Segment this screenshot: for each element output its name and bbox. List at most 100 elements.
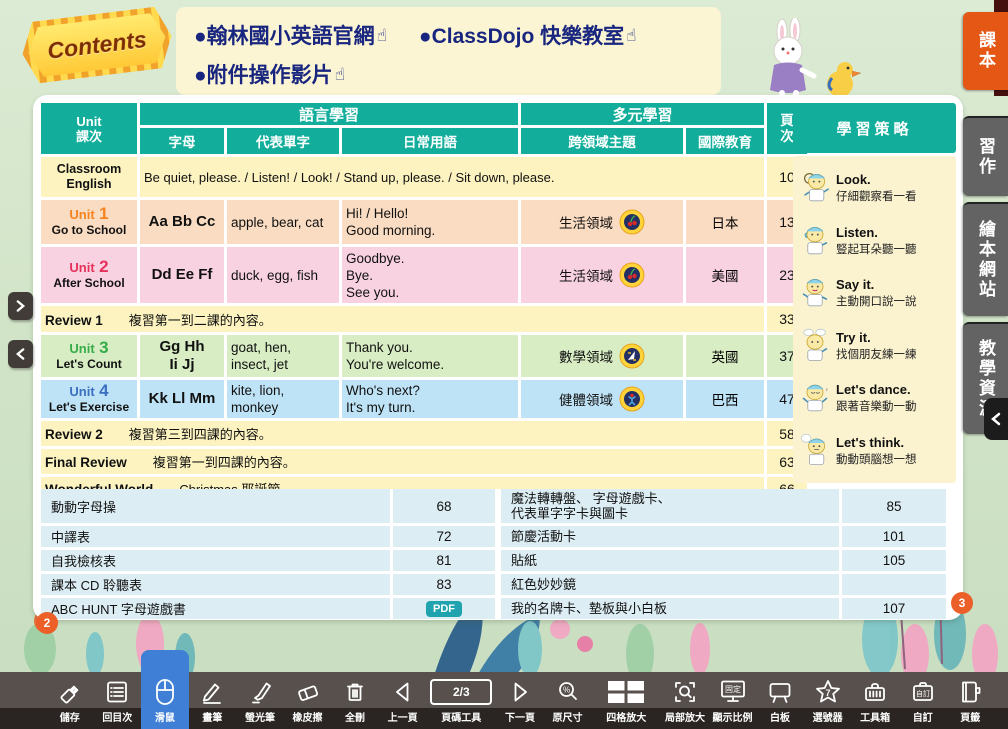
previous-page-button[interactable]: 上一頁	[379, 672, 427, 729]
eraser-tool-button[interactable]: 橡皮擦	[284, 672, 332, 729]
chevron-right-icon	[15, 299, 26, 313]
toolbox-icon	[862, 679, 888, 705]
number-picker-button[interactable]: 7 選號器	[804, 672, 852, 729]
next-page-button[interactable]: 下一頁	[496, 672, 544, 729]
svg-text:%: %	[562, 685, 569, 694]
links-line-2: ●附件操作影片☝	[194, 56, 703, 95]
pdf-badge[interactable]: PDF	[426, 601, 462, 617]
toc-row-review-2: Review 2複習第三到四課的內容。 58	[41, 421, 807, 446]
pointing-hand-icon: ☝	[626, 26, 636, 45]
contents-page-panel: Unit課次 語言學習 多元學習 頁次 字母 代表單字 日常用語 跨領域主題 國…	[33, 95, 963, 620]
toc-list-icon	[104, 679, 130, 705]
display-ratio-button[interactable]: 固定 顯示比例	[709, 672, 757, 729]
health-pe-badge-icon	[619, 386, 645, 412]
chevron-left-icon	[990, 412, 1002, 426]
col-header-international: 國際教育	[686, 128, 764, 154]
mouse-icon	[151, 677, 179, 707]
page-indicator[interactable]: 2/3	[430, 679, 492, 705]
quick-links-box: ●翰林國小英語官網☝ ●ClassDojo 快樂教室☝ ●附件操作影片☝	[176, 7, 721, 95]
page-number-left: 2	[36, 612, 58, 634]
learning-strategies-panel: 學習策略 Look.仔細觀察看一看 Listen.豎起耳朵聽一聽 Say it.…	[793, 103, 956, 483]
strategy-look: Look.仔細觀察看一看	[799, 169, 952, 207]
bottom-toolbar: 儲存 回目次 滑鼠 畫筆 螢光筆 橡皮擦 全刪 上一頁	[0, 672, 1008, 729]
custom-tools-button[interactable]: 自訂 自訂	[899, 672, 947, 729]
whiteboard-icon	[767, 679, 793, 705]
save-button[interactable]: 儲存	[46, 672, 94, 729]
link-classdojo[interactable]: ●ClassDojo 快樂教室☝	[419, 25, 637, 48]
col-header-unit: Unit課次	[41, 103, 137, 154]
strategy-listen: Listen.豎起耳朵聽一聽	[799, 222, 952, 260]
usb-save-icon	[57, 679, 83, 705]
highlighter-icon	[247, 679, 273, 705]
custom-case-icon: 自訂	[910, 679, 936, 705]
toc-row-review-1: Review 1複習第一到二課的內容。 33	[41, 306, 807, 332]
trash-icon	[342, 679, 368, 705]
zoom-percent-icon: %	[555, 679, 581, 705]
link-hanlin-english-site[interactable]: ●翰林國小英語官網☝	[194, 25, 387, 48]
highlighter-tool-button[interactable]: 螢光筆	[236, 672, 284, 729]
life-curriculum-badge-icon	[619, 209, 645, 235]
appendix-row: 課本 CD 聆聽表 83 紅色妙妙鏡	[41, 574, 957, 595]
toc-row-unit-1: Unit 1 Go to School Aa Bb Cc apple, bear…	[41, 200, 807, 244]
page-link[interactable]: 85	[842, 489, 946, 523]
page-link[interactable]	[842, 574, 946, 595]
appendix-row: ABC HUNT 字母遊戲書 PDF 我的名牌卡、墊板與小白板 107	[41, 598, 957, 619]
mouse-tool-button[interactable]: 滑鼠	[141, 650, 189, 729]
svg-text:7: 7	[825, 688, 830, 698]
original-size-button[interactable]: % 原尺寸	[544, 672, 592, 729]
col-header-themes: 跨領域主題	[521, 128, 683, 154]
nav-back-button[interactable]	[8, 340, 33, 368]
region-zoom-icon	[672, 679, 698, 705]
appendix-row: 自我檢核表 81 貼紙 105	[41, 550, 957, 571]
page-link[interactable]: 105	[842, 550, 946, 571]
page-link[interactable]: 107	[842, 598, 946, 619]
links-line-1: ●翰林國小英語官網☝ ●ClassDojo 快樂教室☝	[194, 17, 703, 56]
toolbox-button[interactable]: 工具箱	[851, 672, 899, 729]
region-zoom-button[interactable]: 局部放大	[661, 672, 709, 729]
life-curriculum-badge-icon	[619, 262, 645, 288]
previous-page-icon	[390, 679, 416, 705]
strategy-try-it: Try it.找個朋友練一練	[799, 327, 952, 365]
whiteboard-button[interactable]: 白板	[756, 672, 804, 729]
book-tab-icon	[957, 679, 983, 705]
page-link[interactable]: 72	[393, 526, 501, 547]
eraser-icon	[295, 679, 321, 705]
col-header-language-learning: 語言學習	[140, 103, 518, 125]
ebook-reader-window: Contents ●翰林國小英語官網☝ ●ClassDojo 快樂教室☝ ●附件…	[0, 0, 1008, 729]
bookmark-button[interactable]: 頁籤	[946, 672, 994, 729]
contents-badge: Contents	[19, 5, 175, 85]
page-link[interactable]: 81	[393, 550, 501, 571]
tab-workbook[interactable]: 習作	[963, 116, 1008, 196]
tab-picturebook-site[interactable]: 繪本網站	[963, 202, 1008, 316]
delete-all-button[interactable]: 全刪	[331, 672, 379, 729]
robot-look-icon	[799, 169, 831, 207]
toc-row-classroom-english: Classroom English Be quiet, please. / Li…	[41, 157, 807, 197]
four-pane-zoom-button[interactable]: 四格放大	[591, 672, 661, 729]
robot-say-icon	[799, 274, 831, 312]
pointing-hand-icon: ☝	[377, 26, 387, 45]
page-link[interactable]: 101	[842, 526, 946, 547]
back-to-toc-button[interactable]: 回目次	[94, 672, 142, 729]
collapse-panel-button[interactable]	[984, 398, 1008, 440]
svg-text:♪: ♪	[825, 387, 828, 393]
page-link[interactable]: 83	[393, 574, 501, 595]
pencil-icon	[199, 679, 225, 705]
strategy-say-it: Say it.主動開口說一說	[799, 274, 952, 312]
nav-forward-button[interactable]	[8, 292, 33, 320]
page-link[interactable]: 68	[393, 489, 501, 523]
contents-badge-label: Contents	[46, 26, 148, 65]
robot-dance-icon: ♪	[799, 379, 831, 417]
link-attachment-videos[interactable]: ●附件操作影片☝	[194, 64, 345, 87]
math-badge-icon	[619, 343, 645, 369]
col-header-multi-learning: 多元學習	[521, 103, 764, 125]
star-number-icon: 7	[814, 678, 842, 706]
rabbit-duck-illustration	[752, 18, 872, 104]
page-number-tool[interactable]: 2/3 頁碼工具	[426, 672, 496, 729]
pointing-hand-icon: ☝	[335, 65, 345, 84]
toc-table: Unit課次 語言學習 多元學習 頁次 字母 代表單字 日常用語 跨領域主題 國…	[38, 100, 810, 503]
pen-tool-button[interactable]: 畫筆	[189, 672, 237, 729]
col-header-letters: 字母	[140, 128, 224, 154]
strategy-lets-dance: ♪ Let's dance.跟著音樂動一動	[799, 379, 952, 417]
tab-textbook[interactable]: 課本	[963, 12, 1008, 90]
appendix-table: 動動字母操 68 魔法轉轉盤、 字母遊戲卡、 代表單字字卡與圖卡 85 中譯表 …	[41, 489, 957, 622]
